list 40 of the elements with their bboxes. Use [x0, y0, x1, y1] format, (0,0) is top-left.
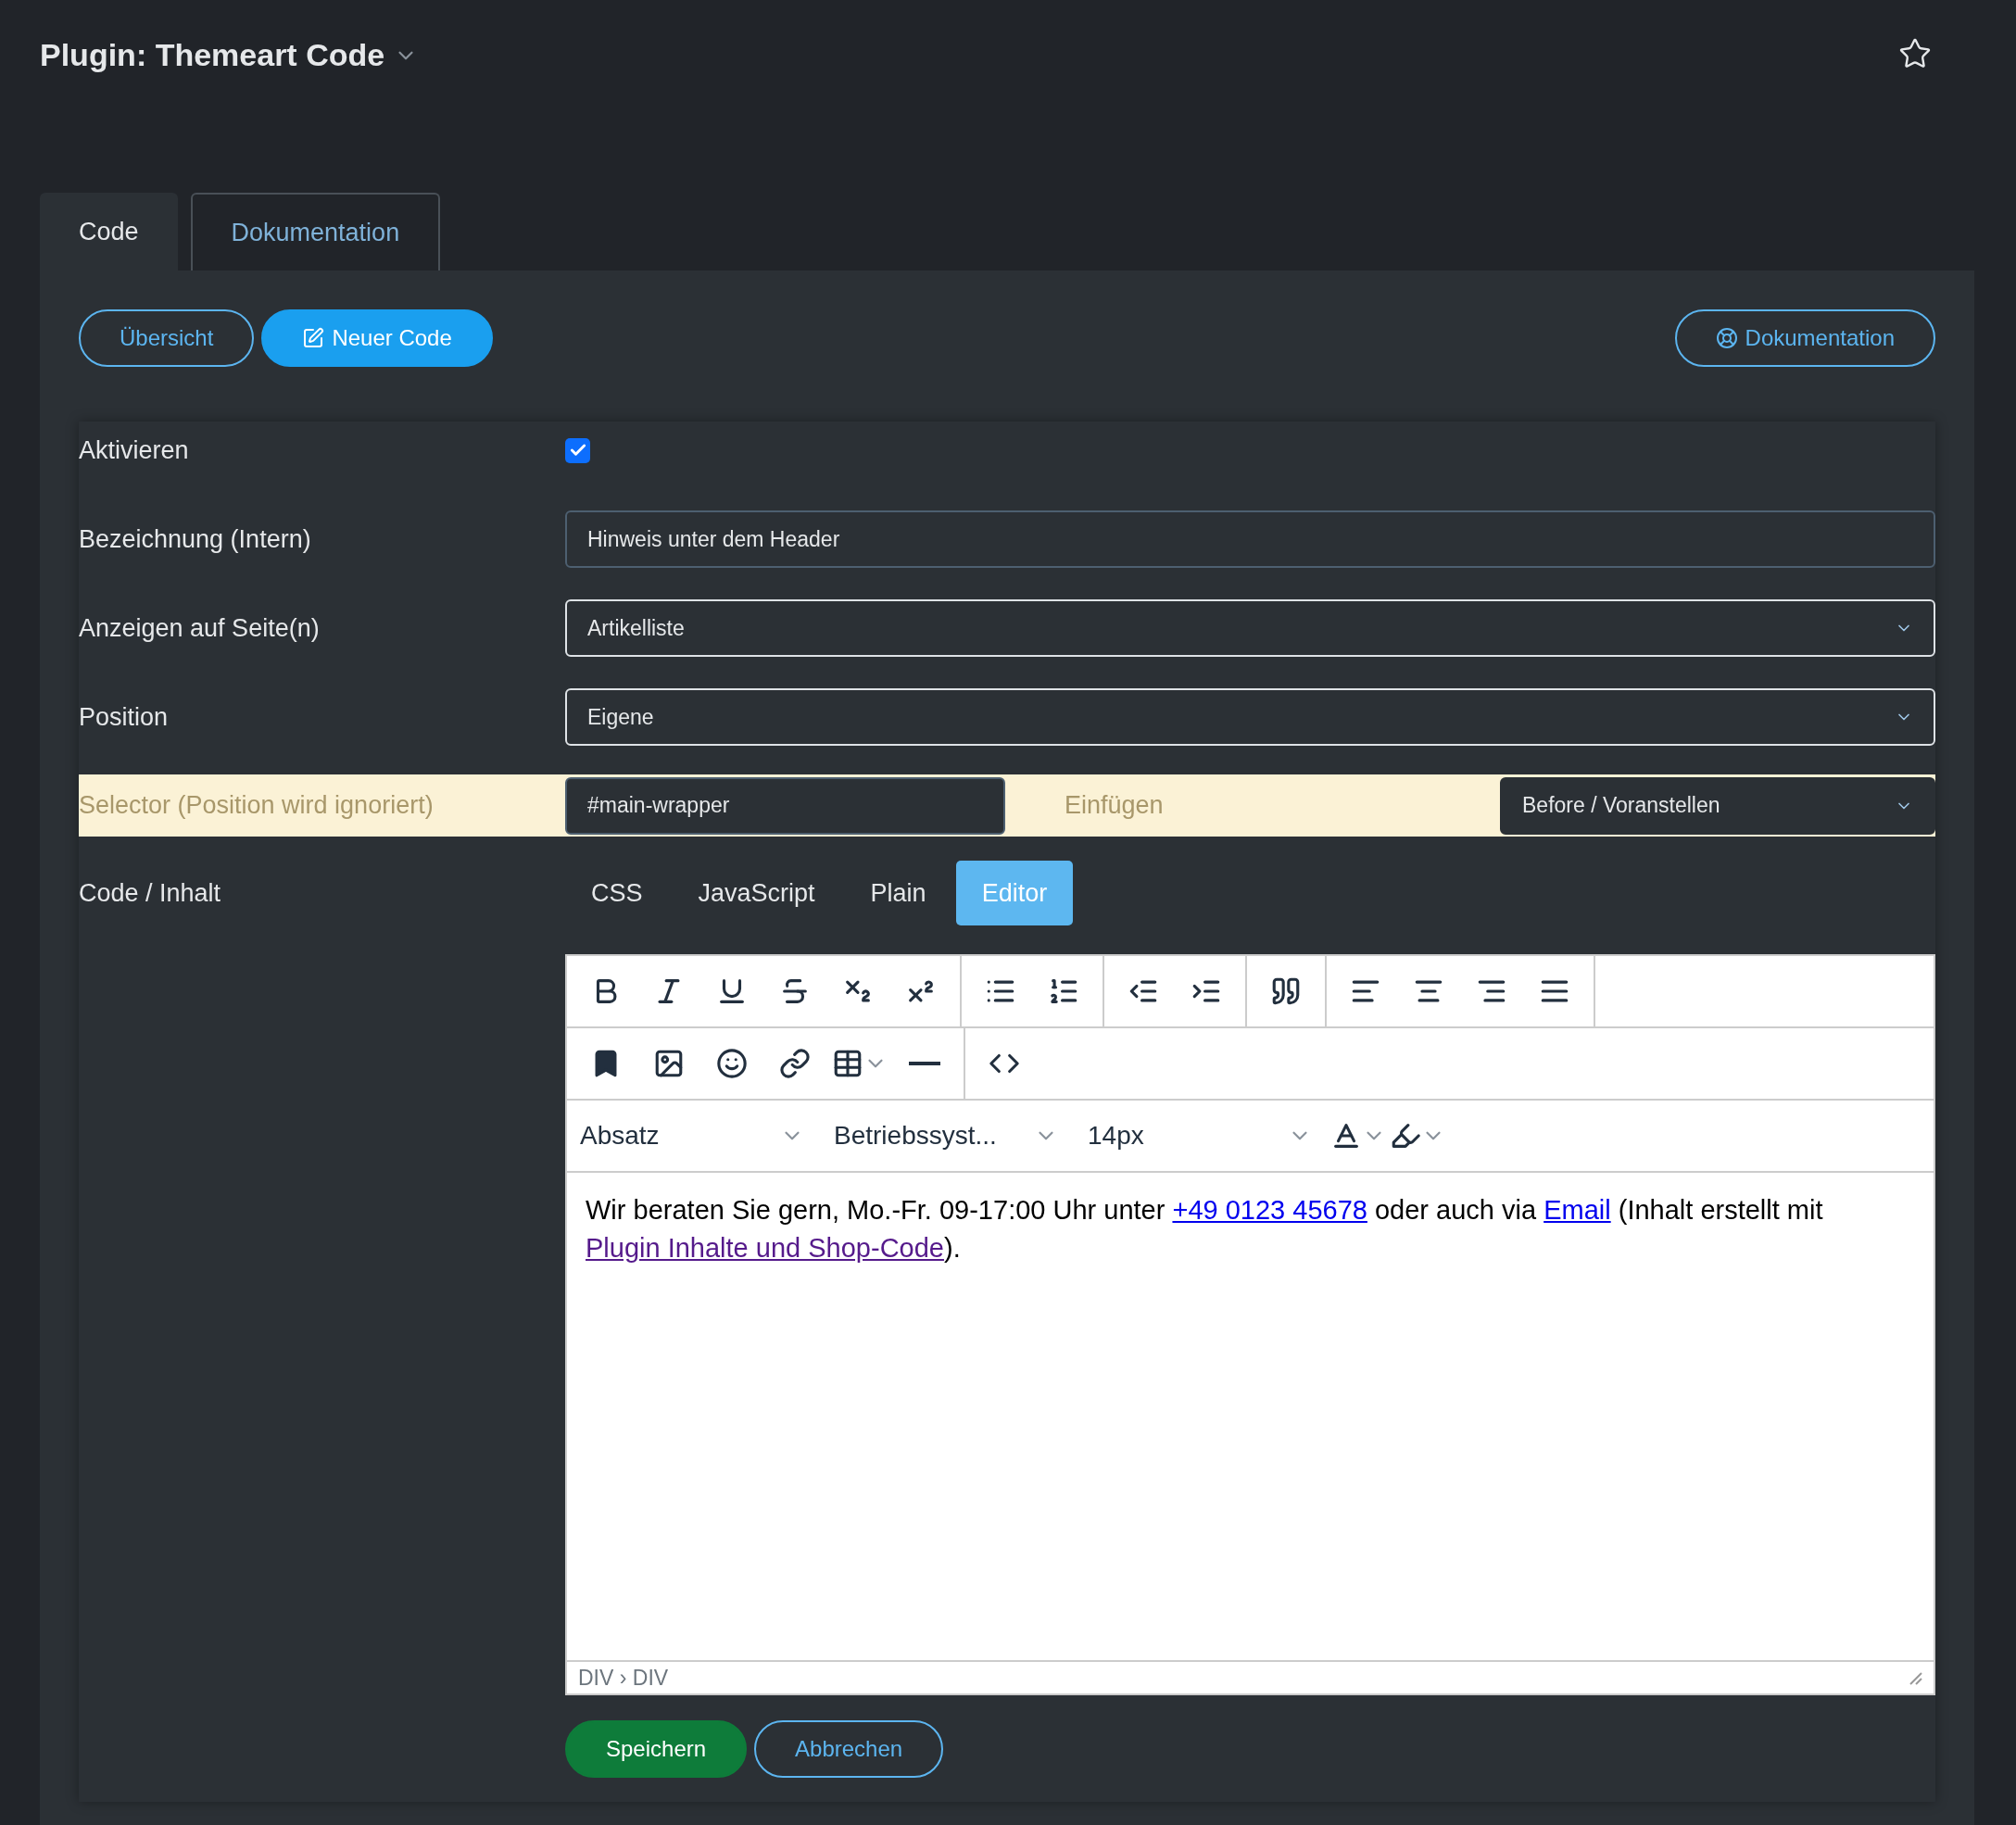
star-icon[interactable] [1898, 37, 1932, 70]
save-button[interactable]: Speichern [565, 1720, 748, 1778]
tab[interactable]: Code [40, 193, 178, 271]
overview-button[interactable]: Übersicht [79, 309, 255, 367]
select-field[interactable]: Artikelliste [565, 599, 1935, 657]
lifebuoy-icon [1715, 327, 1738, 349]
resize-handle-icon[interactable] [1908, 1670, 1922, 1685]
link[interactable]: Plugin Inhalte und Shop-Code [586, 1233, 944, 1264]
cancel-button[interactable]: Abbrechen [754, 1720, 944, 1778]
mode-tab[interactable]: JavaScript [672, 861, 841, 925]
mode-tab[interactable]: Plain [844, 861, 952, 925]
field-label: Bezeichnung (Intern) [79, 524, 311, 554]
field-label: Anzeigen auf Seite(n) [79, 613, 320, 643]
smiley-icon [716, 1048, 748, 1079]
element-path: DIV › DIV [578, 1665, 669, 1691]
font-dropdown[interactable]: Betriebssyst... [821, 1108, 1062, 1164]
documentation-button[interactable]: Dokumentation [1674, 309, 1935, 367]
block-format-dropdown[interactable]: Absatz [567, 1108, 808, 1164]
link[interactable]: Email [1544, 1195, 1611, 1225]
text-field[interactable]: Hinweis unter dem Header [565, 510, 1935, 568]
field-label: Position [79, 702, 169, 732]
field-label: Einfügen [1064, 791, 1164, 820]
link-icon [779, 1048, 811, 1079]
quote-icon [1270, 975, 1302, 1007]
select-field[interactable]: Eigene [565, 688, 1935, 746]
checkbox[interactable] [565, 437, 590, 463]
image-icon [653, 1048, 685, 1079]
tab[interactable]: Dokumentation [190, 193, 441, 271]
edit-icon [302, 327, 325, 349]
field-label: Aktivieren [79, 435, 189, 465]
page-title: Plugin: Themeart Code [40, 37, 385, 73]
select-field[interactable]: Before / Voranstellen [1500, 776, 1935, 835]
editor-paragraph: Wir beraten Sie gern, Mo.-Fr. 09-17:00 Uhr unter +49 0123 45678 oder auch via Email (Inhalt erstellt mit Plugin Inhalte und Shop-Code). [586, 1194, 1824, 1265]
font-size-dropdown[interactable]: 14px [1075, 1108, 1316, 1164]
link[interactable]: +49 0123 45678 [1172, 1195, 1367, 1225]
text-field[interactable]: #main-wrapper [565, 776, 1005, 835]
field-label: Selector (Position wird ignoriert) [79, 791, 434, 820]
mode-tab[interactable]: CSS [565, 861, 669, 925]
field-label: Code / Inhalt [79, 878, 221, 908]
table-icon [832, 1048, 863, 1079]
